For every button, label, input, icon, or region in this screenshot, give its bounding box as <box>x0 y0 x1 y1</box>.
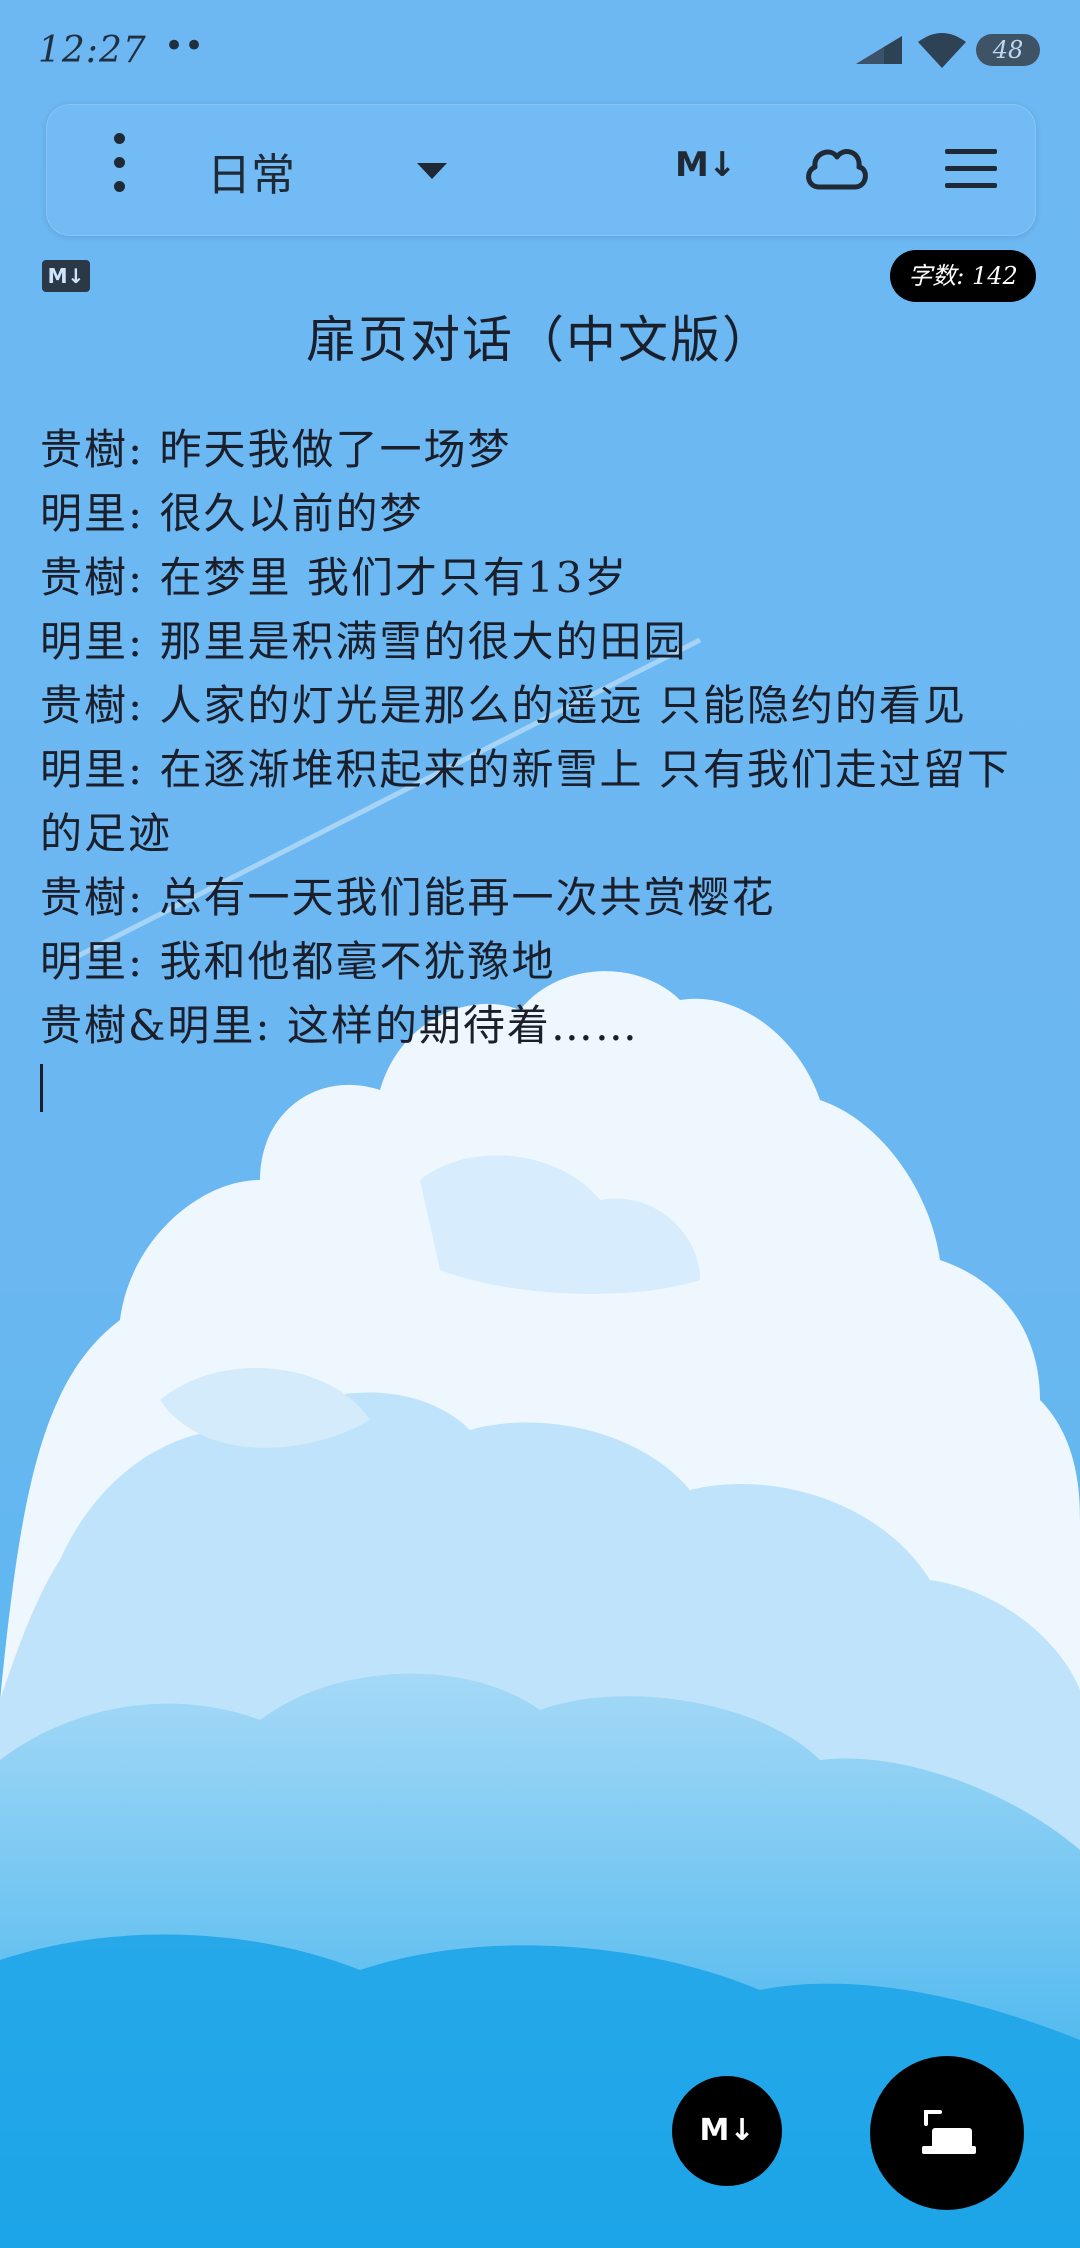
text-line: 贵樹: 昨天我做了一场梦 <box>40 425 512 474</box>
text-line: 贵樹: 人家的灯光是那么的遥远 只能隐约的看见 <box>40 681 967 730</box>
word-count-badge: 字数: 142 <box>890 250 1036 302</box>
text-line: 贵樹&明里: 这样的期待着…… <box>40 1001 639 1050</box>
more-options-icon[interactable] <box>107 133 131 207</box>
text-line: 贵樹: 在梦里 我们才只有13岁 <box>40 553 629 602</box>
text-line: 明里: 在逐渐堆积起来的新雪上 只有我们走过留下的足迹 <box>40 745 1011 858</box>
markdown-mode-badge: M↓ <box>42 260 90 292</box>
text-line: 明里: 很久以前的梦 <box>40 489 424 538</box>
cloud-sync-icon[interactable] <box>801 141 871 195</box>
notebook-selector-label[interactable]: 日常 <box>207 139 295 203</box>
clock: 12:27 <box>38 30 147 71</box>
status-bar: 12:27 •• 48 <box>0 0 1080 100</box>
text-line: 明里: 我和他都毫不犹豫地 <box>40 937 556 986</box>
top-toolbar: 日常 M↓ <box>46 104 1036 236</box>
typewriter-icon <box>922 2110 976 2154</box>
markdown-preview-fab[interactable]: M↓ <box>672 2076 782 2186</box>
notification-dots: •• <box>164 26 205 66</box>
text-line: 贵樹: 总有一天我们能再一次共赏樱花 <box>40 873 776 922</box>
dropdown-caret-icon[interactable] <box>417 163 447 179</box>
signal-icon <box>856 36 902 64</box>
wifi-icon <box>918 33 966 68</box>
text-line: 明里: 那里是积满雪的很大的田园 <box>40 617 688 666</box>
edit-mode-fab[interactable] <box>870 2056 1024 2210</box>
document-body-editor[interactable]: 贵樹: 昨天我做了一场梦 明里: 很久以前的梦 贵樹: 在梦里 我们才只有13岁… <box>40 418 1040 1112</box>
markdown-toggle-button[interactable]: M↓ <box>675 145 736 185</box>
hamburger-menu-icon[interactable] <box>945 149 997 200</box>
document-title[interactable]: 扉页对话（中文版） <box>0 300 1080 372</box>
battery-indicator: 48 <box>976 34 1040 66</box>
text-cursor <box>40 1064 43 1112</box>
